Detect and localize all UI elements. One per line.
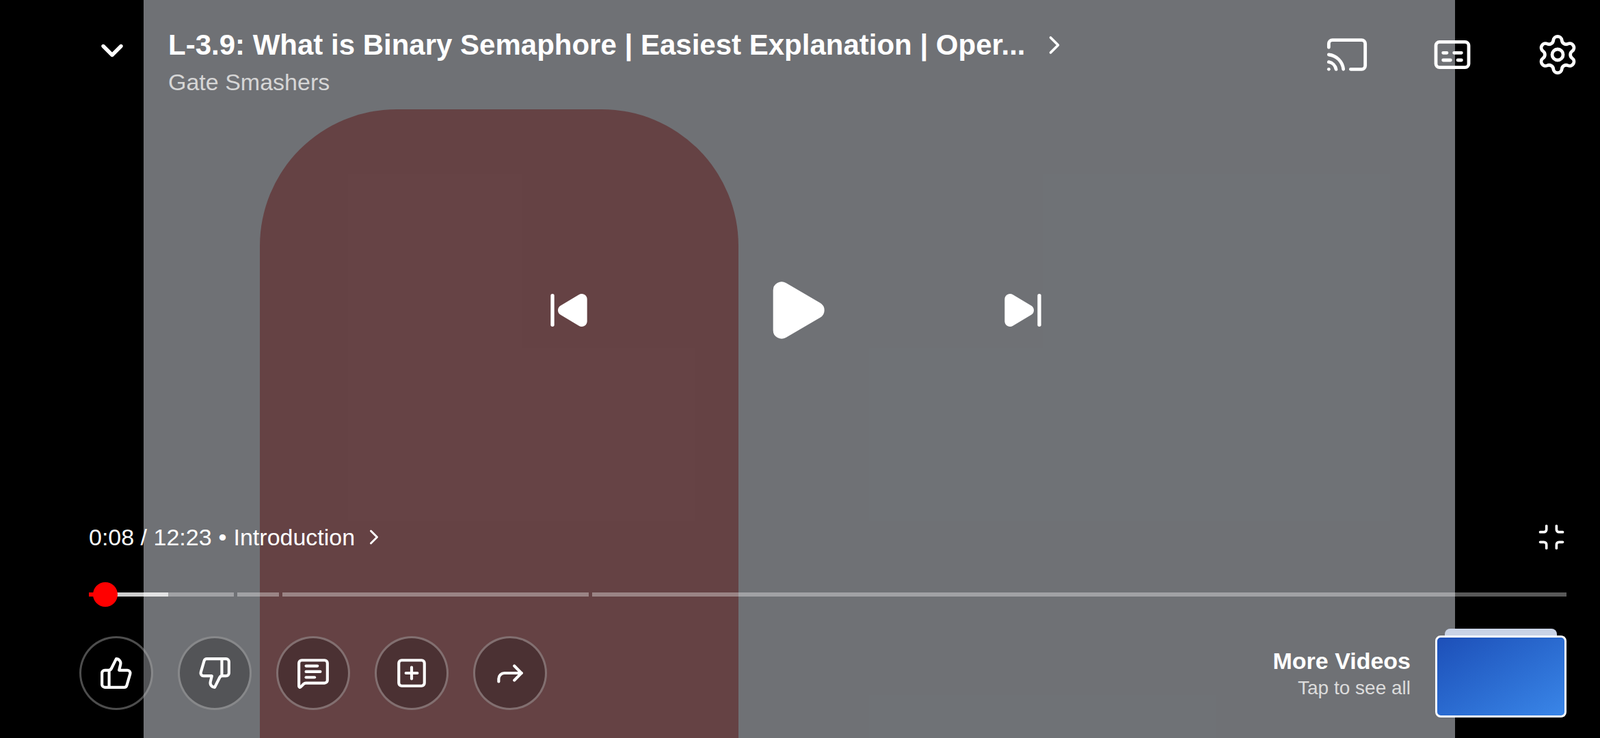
- time-row: 0:08 / 12:23•Introduction: [88, 522, 1567, 553]
- video-title[interactable]: L-3.9: What is Binary Semaphore | Easies…: [168, 27, 1026, 64]
- top-actions: [1325, 32, 1580, 77]
- chapter-segment[interactable]: [592, 592, 1567, 597]
- save-button[interactable]: [374, 636, 449, 711]
- add-to-playlist-icon: [394, 656, 429, 691]
- captions-icon[interactable]: [1430, 32, 1475, 77]
- thumbs-down-icon: [197, 656, 232, 691]
- comments-button[interactable]: [276, 636, 351, 711]
- dislike-button[interactable]: [177, 636, 252, 711]
- comment-icon: [296, 656, 331, 691]
- next-icon[interactable]: [1001, 288, 1045, 333]
- thumbs-up-icon: [99, 656, 134, 691]
- previous-icon[interactable]: [547, 288, 591, 333]
- controls-overlay: L-3.9: What is Binary Semaphore | Easies…: [0, 0, 1600, 738]
- channel-name[interactable]: Gate Smashers: [168, 66, 1326, 100]
- player-screen: L-3.9: What is Binary Semaphore | Easies…: [0, 0, 1600, 738]
- thumbnail-stack: [1435, 629, 1567, 718]
- more-videos-label: More Videos: [1272, 646, 1411, 677]
- chapter-segment[interactable]: [282, 592, 590, 597]
- settings-gear-icon[interactable]: [1535, 32, 1580, 77]
- share-arrow-icon: [492, 656, 528, 691]
- title-arrow-icon[interactable]: [1039, 30, 1070, 61]
- share-button[interactable]: [473, 636, 548, 711]
- cast-icon[interactable]: [1325, 32, 1369, 77]
- title-block: L-3.9: What is Binary Semaphore | Easies…: [168, 27, 1326, 99]
- minimize-chevron-icon[interactable]: [94, 32, 130, 69]
- top-bar: L-3.9: What is Binary Semaphore | Easies…: [0, 0, 1600, 99]
- time-display: 0:08 / 12:23: [88, 522, 212, 553]
- like-button[interactable]: [79, 636, 154, 711]
- separator: •: [218, 522, 228, 553]
- exit-fullscreen-icon[interactable]: [1536, 522, 1567, 553]
- progress-bar[interactable]: [88, 581, 1567, 609]
- actions-row: More VideosTap to see all: [88, 629, 1567, 718]
- scrubber-handle[interactable]: [92, 582, 118, 608]
- chapter-title[interactable]: Introduction: [233, 522, 356, 553]
- video-thumbnail: [1435, 635, 1567, 718]
- chapter-segment[interactable]: [237, 592, 279, 597]
- bottom-bar: 0:08 / 12:23•Introduction More VideosTap …: [0, 522, 1600, 738]
- more-videos-hint: Tap to see all: [1297, 676, 1411, 701]
- chapter-arrow-icon[interactable]: [361, 525, 387, 550]
- center-controls: [0, 98, 1600, 523]
- more-videos[interactable]: More VideosTap to see all: [1272, 629, 1567, 718]
- play-icon[interactable]: [761, 276, 831, 345]
